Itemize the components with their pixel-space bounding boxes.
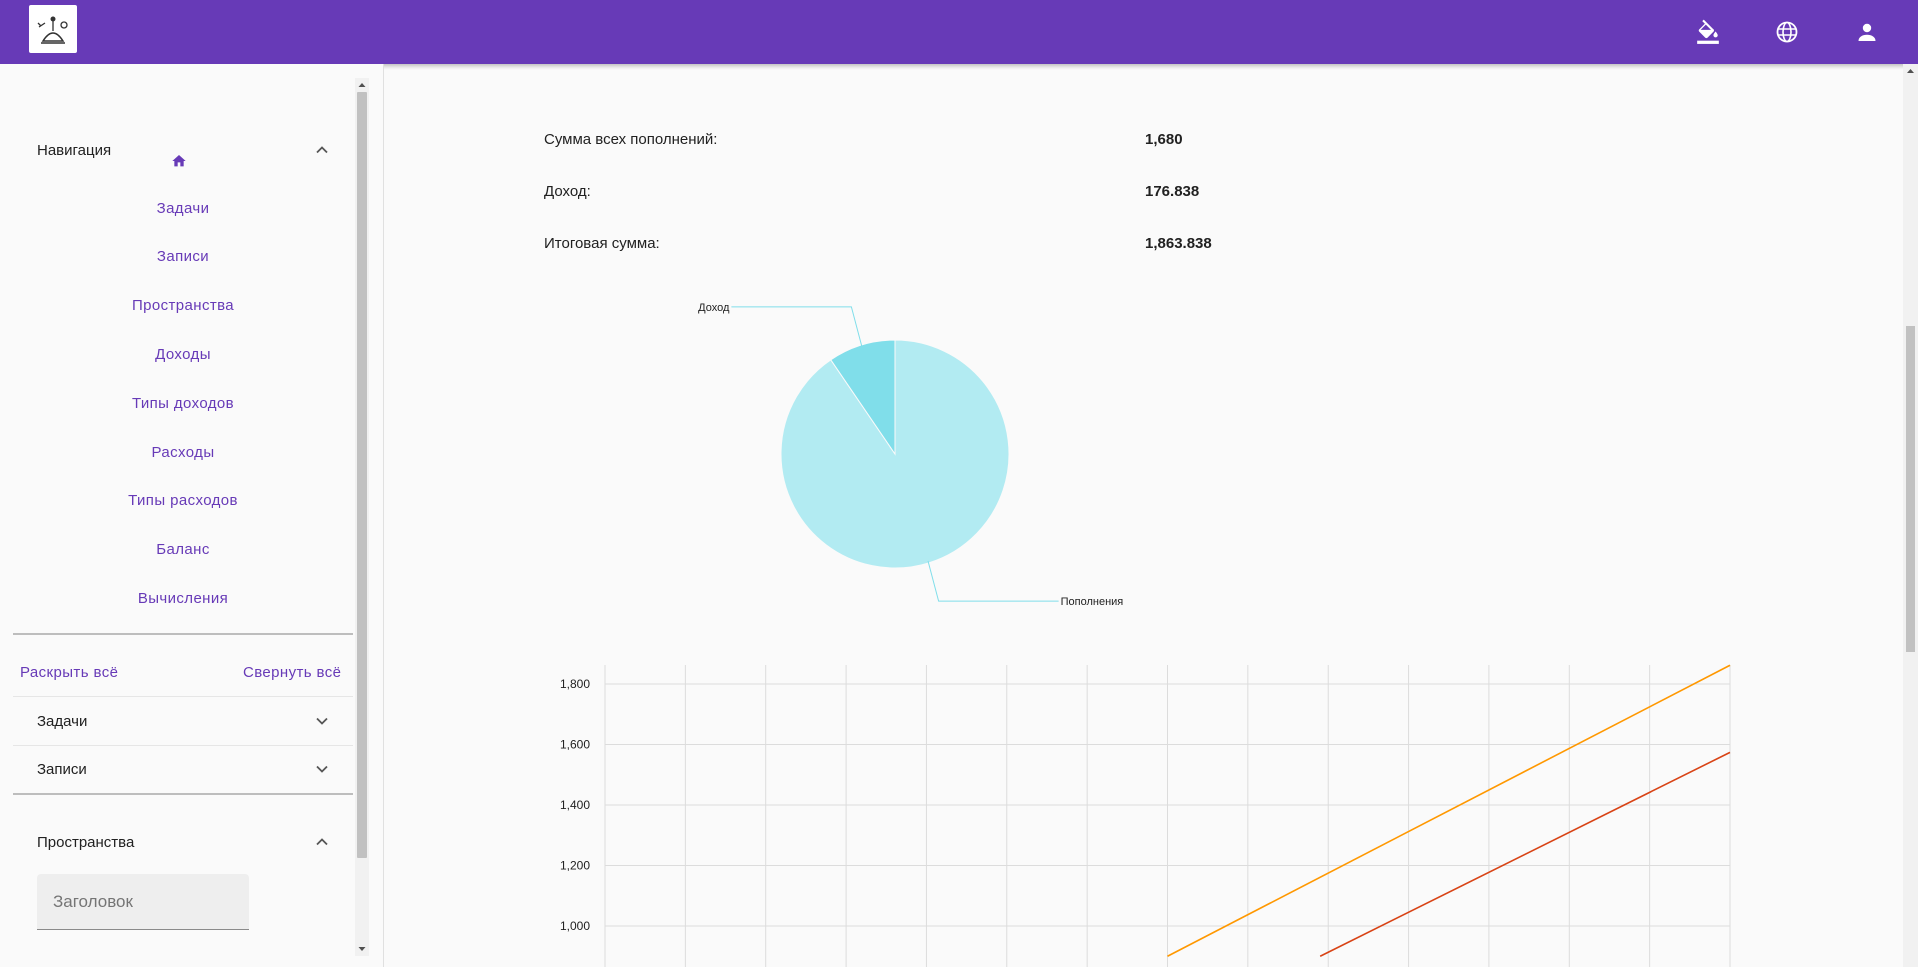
stat-label-income: Доход: [544,183,591,200]
main-scroll-thumb[interactable] [1906,326,1915,652]
format-paint-icon[interactable] [1692,16,1724,48]
scroll-up-arrow-icon[interactable] [1903,66,1918,76]
nav-link-calculations[interactable]: Вычисления [13,589,353,609]
tasks-panel-header[interactable]: Задачи [13,697,353,745]
scroll-up-arrow-icon[interactable] [355,80,369,90]
stat-value-deposits: 1,680 [1145,131,1183,148]
y-tick-label: 1,200 [560,859,590,873]
spaces-panel-title: Пространства [37,833,135,851]
panel-divider [13,633,353,635]
pie-slice-label: Пополнения [1061,596,1124,608]
sidebar-scrollbar[interactable] [355,78,369,956]
nav-link-balance[interactable]: Баланс [13,540,353,560]
chevron-up-icon [316,146,328,154]
nav-link-expense-types[interactable]: Типы расходов [13,491,353,511]
stat-value-income: 176.838 [1145,183,1200,200]
nav-link-expenses[interactable]: Расходы [13,443,353,463]
account-person-icon[interactable] [1851,16,1883,48]
main-scrollbar[interactable] [1903,64,1918,967]
pie-slice-label: Доход [698,302,730,314]
home-icon [172,155,186,167]
line-series[interactable] [1167,664,1731,957]
chevron-down-icon [316,765,328,773]
chevron-up-icon [316,838,328,846]
stat-label-total: Итоговая сумма: [544,235,660,252]
stat-label-deposits: Сумма всех пополнений: [544,131,718,148]
scroll-down-arrow-icon[interactable] [355,944,369,954]
pie-leader-line [731,306,863,348]
y-tick-label: 1,000 [560,919,590,933]
nav-link-incomes[interactable]: Доходы [13,345,353,365]
nav-link-spaces[interactable]: Пространства [13,296,353,316]
sidebar: Навигация Задачи Записи Пространства Дох… [0,64,384,967]
tasks-panel-title: Задачи [37,712,88,730]
sidebar-scroll-thumb[interactable] [357,92,367,858]
nav-link-income-types[interactable]: Типы доходов [13,394,353,414]
collapse-all-button[interactable]: Свернуть всё [243,664,341,681]
expand-all-button[interactable]: Раскрыть всё [20,664,118,681]
y-tick-label: 1,400 [560,798,590,812]
nav-link-records[interactable]: Записи [13,247,353,267]
language-globe-icon[interactable] [1771,16,1803,48]
space-title-input[interactable]: Заголовок [37,874,249,930]
y-tick-label: 1,600 [560,738,590,752]
records-panel-header[interactable]: Записи [13,745,353,793]
nav-link-tasks[interactable]: Задачи [13,199,353,219]
stat-value-total: 1,863.838 [1145,235,1212,252]
line-chart: 1,800 1,600 1,400 1,200 1,000 [560,664,1731,967]
records-panel-title: Записи [37,760,87,778]
chevron-down-icon [316,717,328,725]
pie-chart: Пополнения Доход [698,302,1124,608]
app-logo-icon[interactable] [29,5,77,53]
spaces-panel-header[interactable]: Пространства [13,818,353,866]
home-link[interactable] [169,150,189,172]
pie-leader-line [927,560,1059,602]
y-tick-label: 1,800 [560,677,590,691]
top-toolbar [0,0,1918,64]
navigation-panel-title: Навигация [37,141,112,159]
panel-divider [13,793,353,795]
